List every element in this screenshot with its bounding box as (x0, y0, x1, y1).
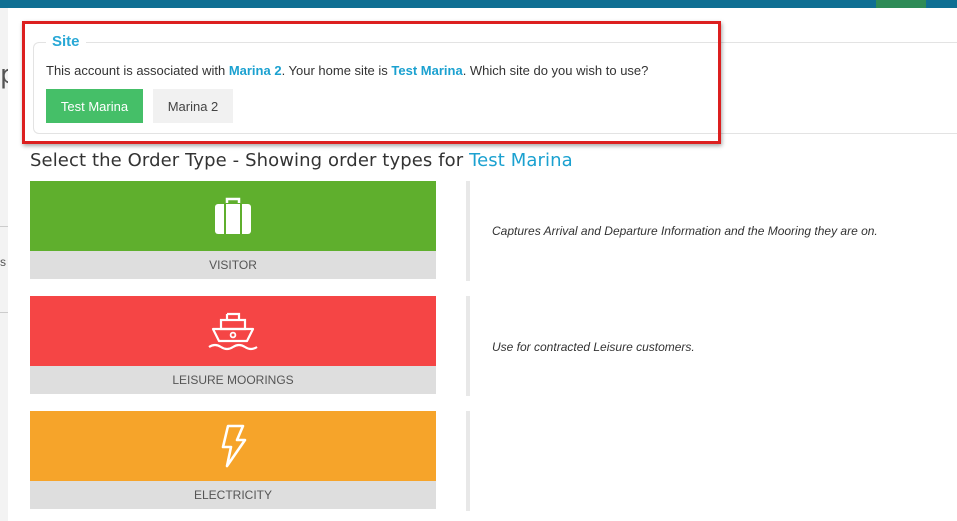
order-type-leisure-moorings-description: Use for contracted Leisure customers. (492, 340, 695, 354)
site-message-middle: . Your home site is (281, 63, 392, 78)
order-type-heading-text: Select the Order Type - Showing order ty… (30, 150, 470, 171)
order-type-visitor-banner (30, 181, 436, 251)
marina-2-button[interactable]: Marina 2 (153, 89, 233, 123)
suitcase-icon (215, 197, 251, 234)
order-type-electricity-label: ELECTRICITY (30, 481, 436, 509)
background-top-bar (0, 0, 957, 8)
home-site-name: Test Marina (391, 63, 463, 78)
background-divider (0, 312, 8, 313)
ship-icon (208, 312, 258, 351)
order-type-heading: Select the Order Type - Showing order ty… (30, 150, 573, 171)
site-legend: Site (46, 33, 86, 50)
description-divider (466, 411, 470, 511)
background-top-bar-button (876, 0, 926, 8)
description-divider (466, 296, 470, 396)
site-message-prefix: This account is associated with (46, 63, 229, 78)
order-type-leisure-moorings-label: LEISURE MOORINGS (30, 366, 436, 394)
associated-site-name: Marina 2 (228, 63, 282, 78)
description-divider (466, 181, 470, 281)
order-type-leisure-moorings-banner (30, 296, 436, 366)
order-type-visitor-description: Captures Arrival and Departure Informati… (492, 224, 878, 238)
order-type-visitor[interactable]: VISITOR (30, 181, 436, 279)
background-text-fragment: s (0, 255, 6, 269)
order-type-leisure-moorings[interactable]: LEISURE MOORINGS (30, 296, 436, 394)
order-type-visitor-label: VISITOR (30, 251, 436, 279)
order-type-electricity[interactable]: ELECTRICITY (30, 411, 436, 509)
lightning-icon (221, 424, 247, 468)
background-divider (0, 226, 8, 227)
test-marina-button[interactable]: Test Marina (46, 89, 143, 123)
order-type-heading-site: Test Marina (469, 150, 573, 171)
site-message-suffix: . Which site do you wish to use? (462, 63, 649, 78)
order-type-electricity-banner (30, 411, 436, 481)
site-message: This account is associated with Marina 2… (46, 63, 648, 78)
